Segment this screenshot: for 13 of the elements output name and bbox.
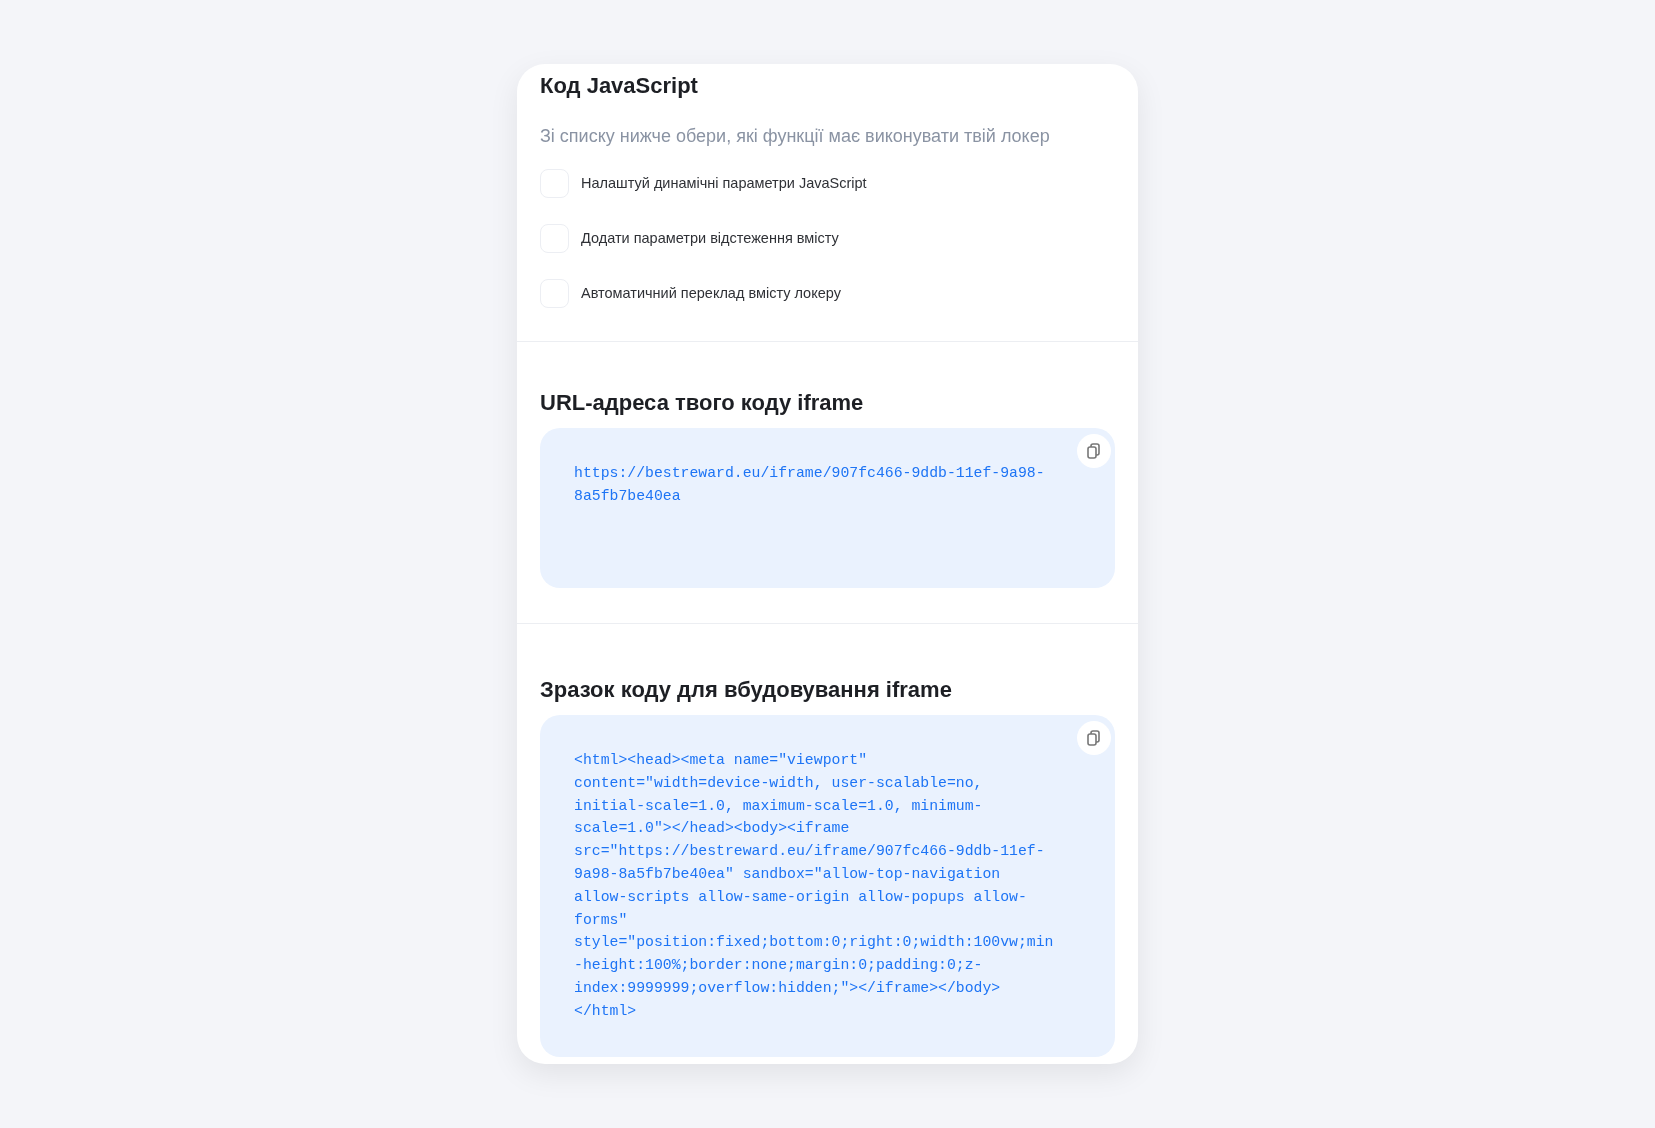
copy-button[interactable] [1077, 721, 1111, 755]
section-title: Зразок коду для вбудовування iframe [540, 676, 953, 704]
option-label: Налаштуй динамічні параметри JavaScript [581, 173, 867, 193]
copy-icon [1087, 443, 1101, 459]
code-text: <html><head><meta name="viewport" content="width=device-width, user-scalable=no, initial-scale=1.0, maximum-scale=1.0, minimum- scale=1.0"></head><body><iframe src="https://bestreward.eu/iframe/907fc466-9ddb-11ef- 9a98-8a5fb7be40ea" sandbox="allow-top-navigation allow-scripts allow-same-origin allow-popups allow- forms" style="position:fixed;bottom:0;right:0;width:100vw;min -height:100%;border:none;margin:0;padding:0;z- index:9999999;overflow:hidden;"></iframe></body> </html> [574, 751, 1054, 1021]
copy-button[interactable] [1077, 434, 1111, 468]
section-subtitle: Зі списку нижче обери, які функції має виконувати твій локер [540, 125, 1051, 148]
section-title: URL-адреса твого коду iframe [540, 389, 865, 417]
option-label: Додати параметри відстеження вмісту [581, 228, 839, 248]
copy-icon [1087, 730, 1101, 746]
section-title: Код JavaScript [540, 72, 699, 100]
code-text: https://bestreward.eu/iframe/907fc466-9ddb-11ef-9a98- 8a5fb7be40ea [574, 464, 1045, 506]
option-label: Автоматичний переклад вмісту локеру [581, 283, 841, 303]
